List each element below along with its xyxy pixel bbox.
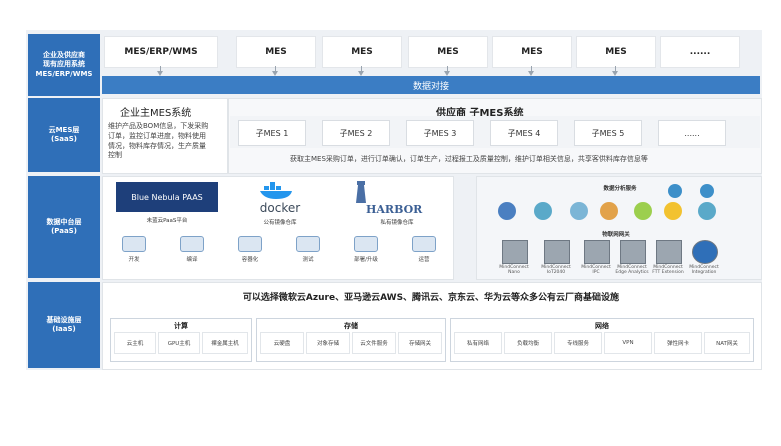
iot-device-icon (656, 240, 682, 264)
layer-label-saas: 云MES层 (SaaS) (28, 98, 100, 172)
storage-item: 对象存储 (306, 332, 350, 354)
top-system-box: MES (408, 36, 488, 68)
harbor-lighthouse-icon (356, 181, 366, 203)
data-integration-band: 数据对接 (102, 76, 760, 94)
devops-step: 部署/升级 (342, 236, 390, 263)
supplier-mes-desc: 获取主MES采购订单，进行订单确认，订单生产，过程报工及质量控制，维护订单相关信… (290, 155, 648, 163)
iot-device-caption: MindConnect FTT Extension (652, 265, 684, 275)
devops-step: 测试 (284, 236, 332, 263)
analysis-icon (634, 202, 652, 220)
iot-device-caption: MindConnect Integration (689, 265, 719, 275)
network-title: 网络 (595, 322, 609, 330)
iot-gateway-title: 物联网网关 (602, 232, 630, 238)
compute-item: 云主机 (114, 332, 156, 354)
top-system-box: MES (236, 36, 316, 68)
sub-mes-box: 子MES 1 (238, 120, 306, 146)
analysis-icon (664, 202, 682, 220)
gears-icon (180, 236, 204, 252)
enterprise-mes-title: 企业主MES系统 (120, 108, 192, 119)
analysis-icon (534, 202, 552, 220)
top-system-box: MES/ERP/WMS (104, 36, 218, 68)
layer-label-iaas: 基础设施层 (IaaS) (28, 282, 100, 368)
chart-monitor-icon (412, 236, 436, 252)
layer-label-paas: 数据中台层 (PaaS) (28, 176, 100, 278)
iot-device-icon (544, 240, 570, 264)
storage-item: 存储网关 (398, 332, 442, 354)
network-item: 弹性网卡 (654, 332, 702, 354)
analysis-icon (698, 202, 716, 220)
network-item: 私有网络 (454, 332, 502, 354)
top-system-box: ...... (660, 36, 740, 68)
devops-step: 运营 (400, 236, 448, 263)
docker-logo-text: docker (259, 201, 301, 215)
network-item: NAT网关 (704, 332, 750, 354)
analysis-icon (668, 184, 682, 198)
top-system-box: MES (576, 36, 656, 68)
analysis-icon (498, 202, 516, 220)
down-arrow (358, 66, 364, 76)
iot-device-icon (620, 240, 646, 264)
iot-device-icon (502, 240, 528, 264)
magnifier-icon (296, 236, 320, 252)
sub-mes-box: 子MES 3 (406, 120, 474, 146)
analysis-icon (570, 202, 588, 220)
layer-label-existing-systems: 企业及供应商 现有应用系统 MES/ERP/WMS (28, 34, 100, 96)
sub-mes-box: 子MES 2 (322, 120, 390, 146)
integration-icon (692, 240, 718, 264)
analysis-icon (600, 202, 618, 220)
down-arrow (272, 66, 278, 76)
blue-nebula-caption: 未蓝云PaaS平台 (146, 218, 188, 224)
top-system-box: MES (492, 36, 572, 68)
devops-step: 开发 (110, 236, 158, 263)
devops-step: 编译 (168, 236, 216, 263)
down-arrow (157, 66, 163, 76)
compute-item: 裸金属主机 (202, 332, 248, 354)
harbor-caption: 私有镜像仓库 (380, 220, 414, 226)
monitor-icon (122, 236, 146, 252)
compute-title: 计算 (174, 322, 188, 330)
harbor-logo-text: HARBOR (366, 203, 423, 216)
iot-device-caption: MindConnect IPC (581, 265, 611, 275)
container-icon (238, 236, 262, 252)
enterprise-mes-desc: 维护产品及BOM信息，下发采购 订单，监控订单进度，物料使用 情况，物料库存情况… (108, 122, 209, 160)
docker-whale-icon (260, 182, 292, 199)
sub-mes-box: ...... (658, 120, 726, 146)
top-system-box: MES (322, 36, 402, 68)
sub-mes-box: 子MES 4 (490, 120, 558, 146)
compute-item: GPU主机 (158, 332, 200, 354)
infrastructure-headline: 可以选择微软云Azure、亚马逊云AWS、腾讯云、京东云、华为云等众多公有云厂商… (242, 293, 620, 303)
network-item: 专线服务 (554, 332, 602, 354)
iot-device-icon (584, 240, 610, 264)
iot-device-caption: MindConnect Nano (499, 265, 529, 275)
storage-title: 存储 (344, 322, 358, 330)
analysis-icon (700, 184, 714, 198)
devops-step: 容器化 (226, 236, 274, 263)
storage-item: 云文件服务 (352, 332, 396, 354)
blue-nebula-label: Blue Nebula PAAS (131, 192, 203, 202)
docker-caption: 公有镜像仓库 (263, 220, 297, 226)
iot-device-caption: MindConnect IoT2040 (541, 265, 571, 275)
deploy-icon (354, 236, 378, 252)
blue-nebula-logo: Blue Nebula PAAS (116, 182, 218, 212)
storage-item: 云硬盘 (260, 332, 304, 354)
network-item: VPN (604, 332, 652, 354)
iot-device-caption: MindConnect Edge Analytics (615, 265, 649, 275)
down-arrow (444, 66, 450, 76)
data-analysis-title: 数据分析服务 (603, 186, 637, 192)
down-arrow (612, 66, 618, 76)
network-item: 负载均衡 (504, 332, 552, 354)
sub-mes-box: 子MES 5 (574, 120, 642, 146)
down-arrow (528, 66, 534, 76)
